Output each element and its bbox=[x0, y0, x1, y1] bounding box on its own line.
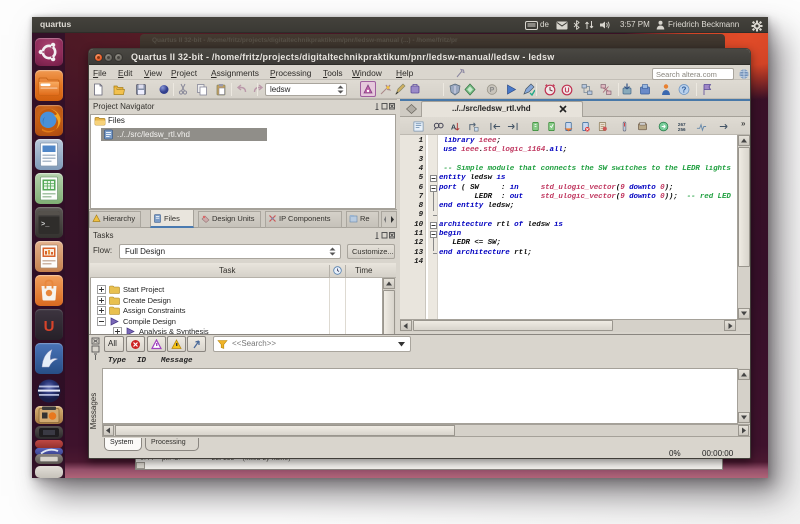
svg-text:U: U bbox=[44, 318, 55, 335]
svg-text:U: U bbox=[564, 88, 569, 95]
svg-text:P: P bbox=[490, 87, 495, 94]
svg-text:>_: >_ bbox=[41, 221, 50, 229]
svg-text:A: A bbox=[451, 122, 457, 131]
svg-text:256: 256 bbox=[678, 127, 686, 132]
svg-text:?: ? bbox=[682, 86, 687, 95]
